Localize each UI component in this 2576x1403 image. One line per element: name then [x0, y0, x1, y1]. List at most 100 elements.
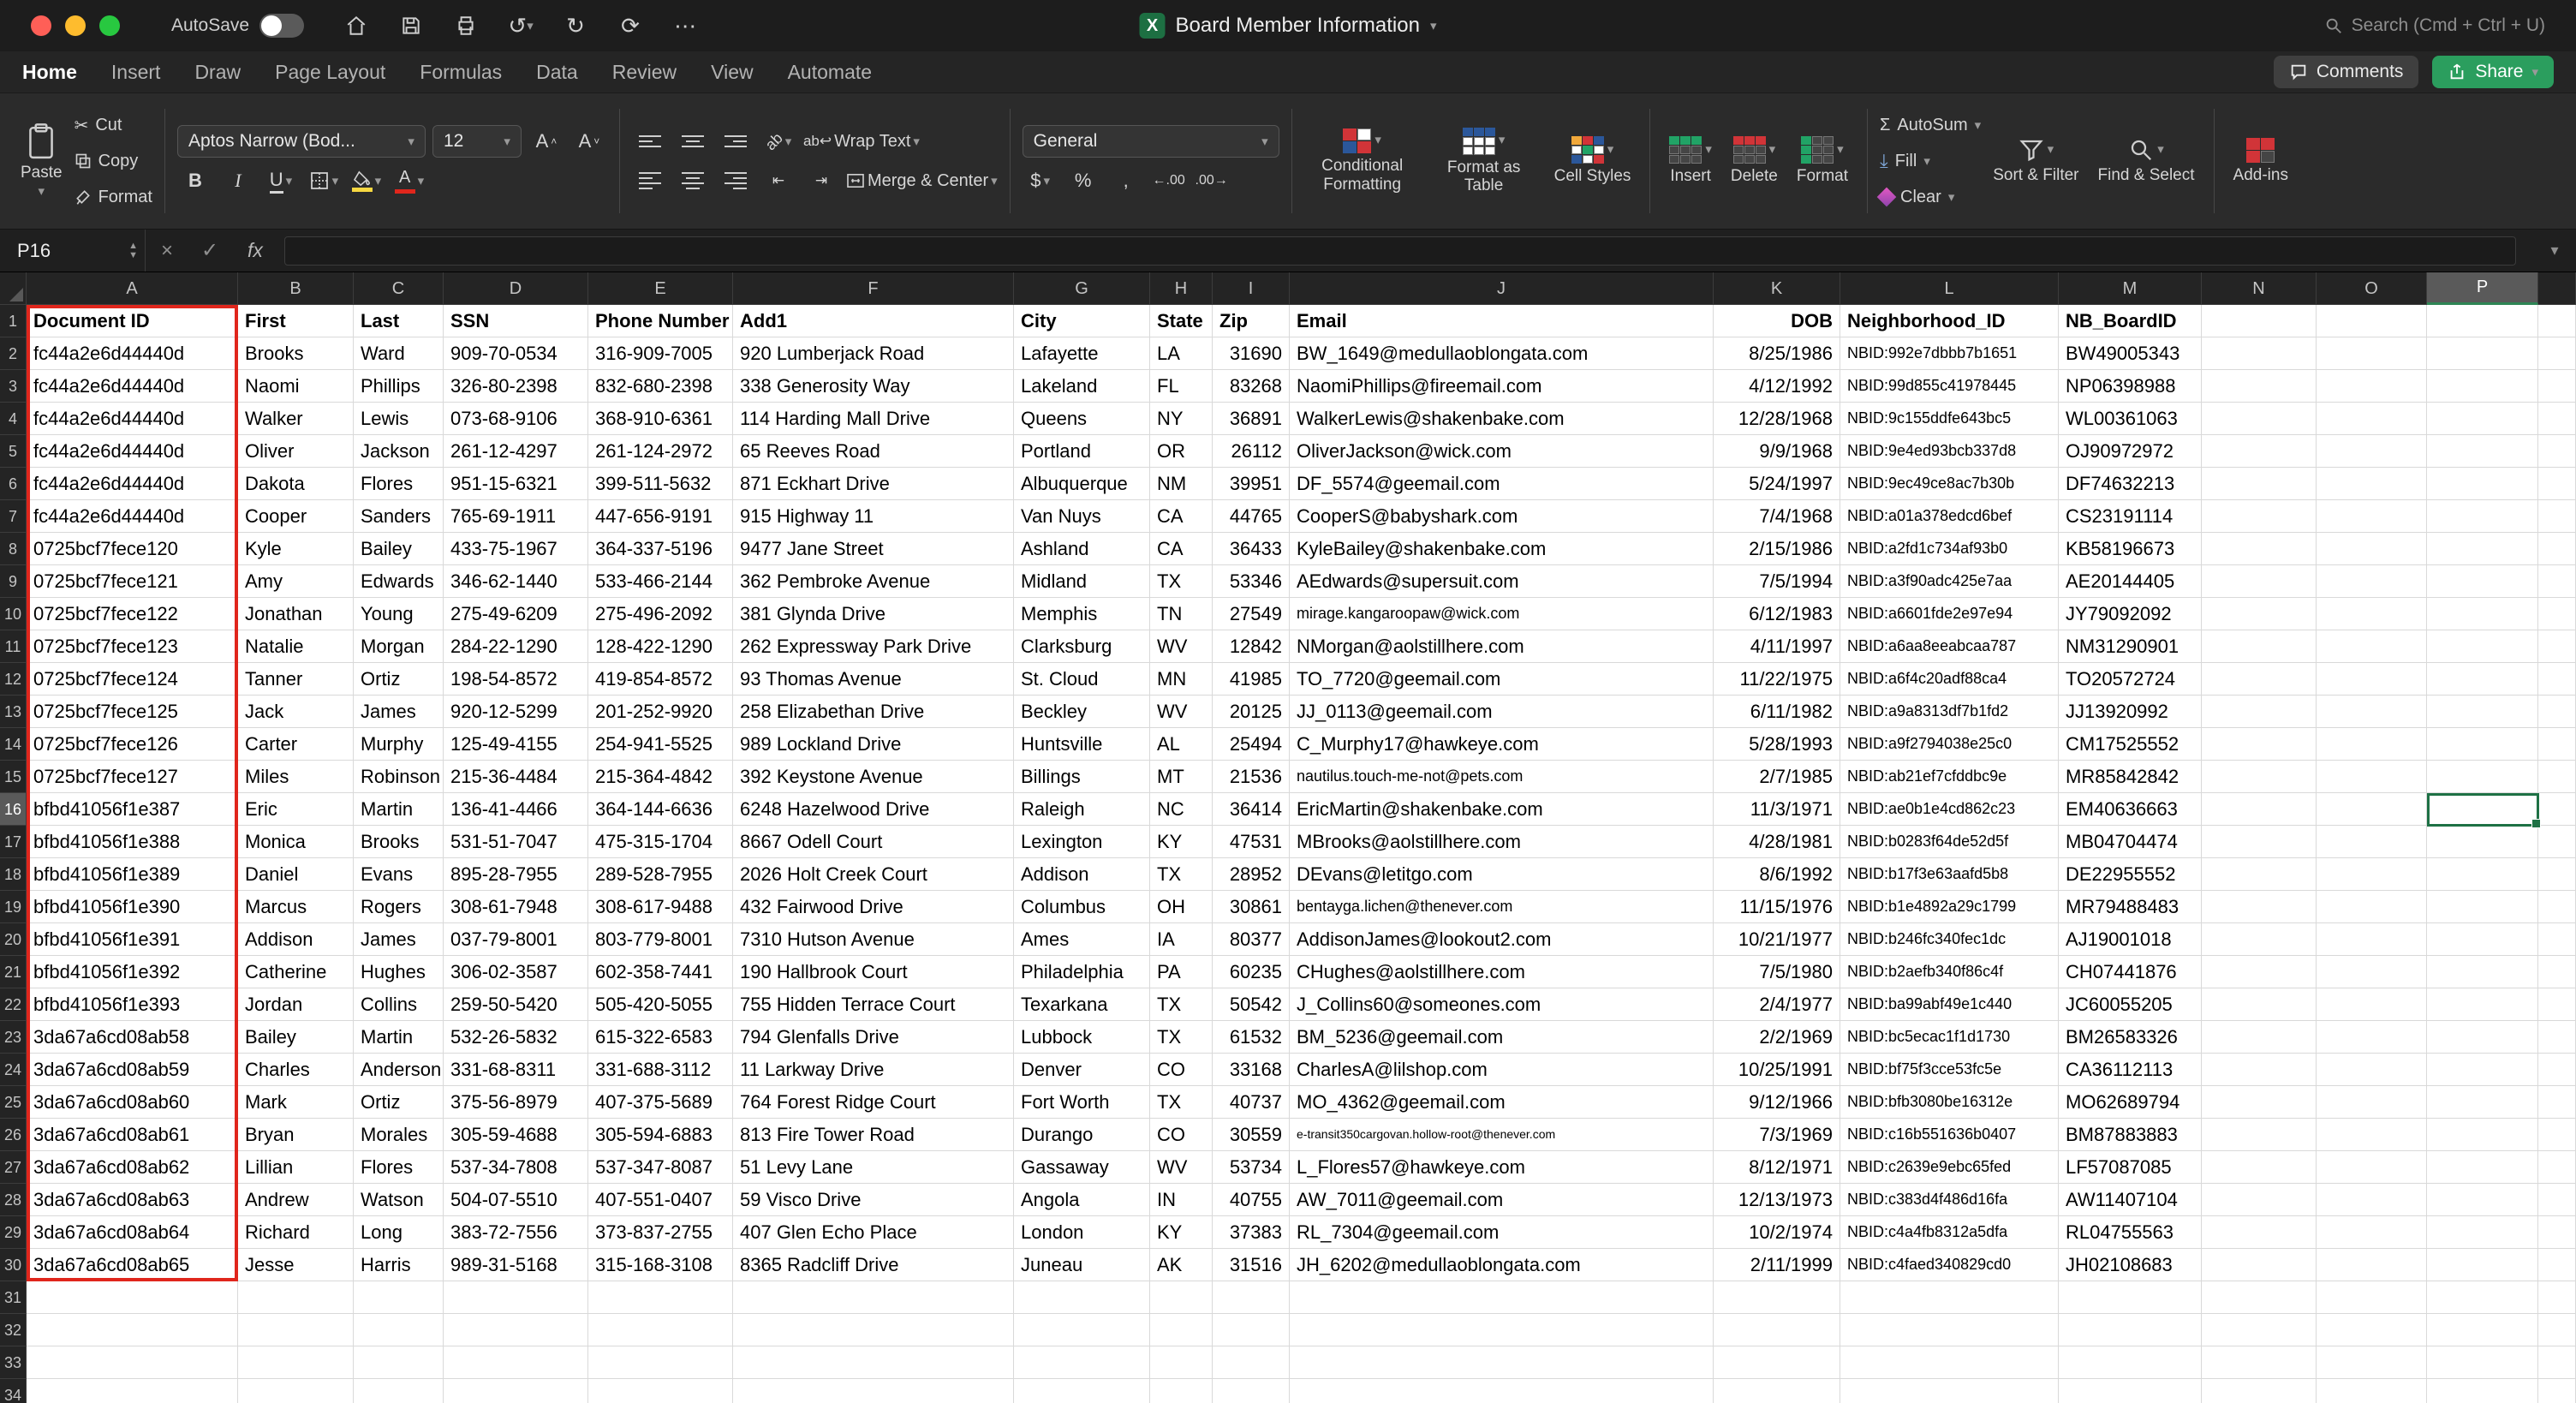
- cell-J9[interactable]: AEdwards@supersuit.com: [1290, 565, 1714, 598]
- cell-N32[interactable]: [2202, 1314, 2317, 1346]
- row-header-1[interactable]: 1: [0, 305, 27, 337]
- cell-L10[interactable]: NBID:a6601fde2e97e94: [1840, 598, 2059, 630]
- cell-N20[interactable]: [2202, 923, 2317, 956]
- cell-C6[interactable]: Flores: [354, 468, 444, 500]
- cell-E33[interactable]: [588, 1346, 733, 1379]
- column-header-H[interactable]: H: [1150, 272, 1213, 305]
- cell-extra-34[interactable]: [2538, 1379, 2576, 1403]
- cell-B20[interactable]: Addison: [238, 923, 354, 956]
- cell-E21[interactable]: 602-358-7441: [588, 956, 733, 988]
- row-header-9[interactable]: 9: [0, 565, 27, 598]
- select-all-corner[interactable]: [0, 272, 27, 305]
- cell-G32[interactable]: [1014, 1314, 1150, 1346]
- cell-A30[interactable]: 3da67a6cd08ab65: [27, 1249, 238, 1281]
- cell-extra-30[interactable]: [2538, 1249, 2576, 1281]
- cell-J11[interactable]: NMorgan@aolstillhere.com: [1290, 630, 1714, 663]
- cell-B22[interactable]: Jordan: [238, 988, 354, 1021]
- row-header-5[interactable]: 5: [0, 435, 27, 468]
- cell-B5[interactable]: Oliver: [238, 435, 354, 468]
- cell-O2[interactable]: [2317, 337, 2427, 370]
- cell-D12[interactable]: 198-54-8572: [444, 663, 588, 696]
- cell-F15[interactable]: 392 Keystone Avenue: [733, 761, 1014, 793]
- cell-I7[interactable]: 44765: [1213, 500, 1290, 533]
- cell-L9[interactable]: NBID:a3f90adc425e7aa: [1840, 565, 2059, 598]
- cell-D21[interactable]: 306-02-3587: [444, 956, 588, 988]
- column-header-M[interactable]: M: [2059, 272, 2202, 305]
- cell-N25[interactable]: [2202, 1086, 2317, 1119]
- formula-input[interactable]: [284, 236, 2516, 266]
- cell-M22[interactable]: JC60055205: [2059, 988, 2202, 1021]
- zoom-button[interactable]: [99, 15, 120, 36]
- cell-E31[interactable]: [588, 1281, 733, 1314]
- cell-J5[interactable]: OliverJackson@wick.com: [1290, 435, 1714, 468]
- cell-H30[interactable]: AK: [1150, 1249, 1213, 1281]
- cell-extra-32[interactable]: [2538, 1314, 2576, 1346]
- row-header-6[interactable]: 6: [0, 468, 27, 500]
- cell-P26[interactable]: [2427, 1119, 2538, 1151]
- cell-M30[interactable]: JH02108683: [2059, 1249, 2202, 1281]
- cell-N27[interactable]: [2202, 1151, 2317, 1184]
- cell-extra-2[interactable]: [2538, 337, 2576, 370]
- cell-A15[interactable]: 0725bcf7fece127: [27, 761, 238, 793]
- cell-C32[interactable]: [354, 1314, 444, 1346]
- cell-G13[interactable]: Beckley: [1014, 696, 1150, 728]
- cell-O31[interactable]: [2317, 1281, 2427, 1314]
- cell-H20[interactable]: IA: [1150, 923, 1213, 956]
- cell-H10[interactable]: TN: [1150, 598, 1213, 630]
- cell-E12[interactable]: 419-854-8572: [588, 663, 733, 696]
- cell-C7[interactable]: Sanders: [354, 500, 444, 533]
- cell-F29[interactable]: 407 Glen Echo Place: [733, 1216, 1014, 1249]
- cell-N29[interactable]: [2202, 1216, 2317, 1249]
- cell-L3[interactable]: NBID:99d855c41978445: [1840, 370, 2059, 403]
- cell-C18[interactable]: Evans: [354, 858, 444, 891]
- cell-A19[interactable]: bfbd41056f1e390: [27, 891, 238, 923]
- cell-O25[interactable]: [2317, 1086, 2427, 1119]
- cell-O1[interactable]: [2317, 305, 2427, 337]
- row-header-21[interactable]: 21: [0, 956, 27, 988]
- cell-G15[interactable]: Billings: [1014, 761, 1150, 793]
- cell-E32[interactable]: [588, 1314, 733, 1346]
- cell-extra-4[interactable]: [2538, 403, 2576, 435]
- cell-O33[interactable]: [2317, 1346, 2427, 1379]
- cell-O21[interactable]: [2317, 956, 2427, 988]
- cell-O16[interactable]: [2317, 793, 2427, 826]
- cell-D33[interactable]: [444, 1346, 588, 1379]
- cell-E34[interactable]: [588, 1379, 733, 1403]
- cell-G17[interactable]: Lexington: [1014, 826, 1150, 858]
- cell-I4[interactable]: 36891: [1213, 403, 1290, 435]
- cell-I5[interactable]: 26112: [1213, 435, 1290, 468]
- cell-C27[interactable]: Flores: [354, 1151, 444, 1184]
- cell-D11[interactable]: 284-22-1290: [444, 630, 588, 663]
- cell-G20[interactable]: Ames: [1014, 923, 1150, 956]
- cell-F33[interactable]: [733, 1346, 1014, 1379]
- cell-I23[interactable]: 61532: [1213, 1021, 1290, 1054]
- cell-A1[interactable]: Document ID: [27, 305, 238, 337]
- cell-G29[interactable]: London: [1014, 1216, 1150, 1249]
- cell-H6[interactable]: NM: [1150, 468, 1213, 500]
- cell-M27[interactable]: LF57087085: [2059, 1151, 2202, 1184]
- cell-M1[interactable]: NB_BoardID: [2059, 305, 2202, 337]
- column-header-F[interactable]: F: [733, 272, 1014, 305]
- cell-G3[interactable]: Lakeland: [1014, 370, 1150, 403]
- cell-extra-23[interactable]: [2538, 1021, 2576, 1054]
- cell-I18[interactable]: 28952: [1213, 858, 1290, 891]
- tab-draw[interactable]: Draw: [194, 61, 241, 84]
- cell-C33[interactable]: [354, 1346, 444, 1379]
- cell-L21[interactable]: NBID:b2aefb340f86c4f: [1840, 956, 2059, 988]
- cell-D30[interactable]: 989-31-5168: [444, 1249, 588, 1281]
- cell-P14[interactable]: [2427, 728, 2538, 761]
- cell-M11[interactable]: NM31290901: [2059, 630, 2202, 663]
- cell-extra-31[interactable]: [2538, 1281, 2576, 1314]
- cell-I13[interactable]: 20125: [1213, 696, 1290, 728]
- cell-A14[interactable]: 0725bcf7fece126: [27, 728, 238, 761]
- cell-E17[interactable]: 475-315-1704: [588, 826, 733, 858]
- cell-F16[interactable]: 6248 Hazelwood Drive: [733, 793, 1014, 826]
- cell-C20[interactable]: James: [354, 923, 444, 956]
- tab-formulas[interactable]: Formulas: [420, 61, 502, 84]
- undo-button[interactable]: ↺▾: [506, 11, 535, 40]
- cell-extra-21[interactable]: [2538, 956, 2576, 988]
- cell-M33[interactable]: [2059, 1346, 2202, 1379]
- cell-A7[interactable]: fc44a2e6d44440d: [27, 500, 238, 533]
- cell-H22[interactable]: TX: [1150, 988, 1213, 1021]
- cell-I28[interactable]: 40755: [1213, 1184, 1290, 1216]
